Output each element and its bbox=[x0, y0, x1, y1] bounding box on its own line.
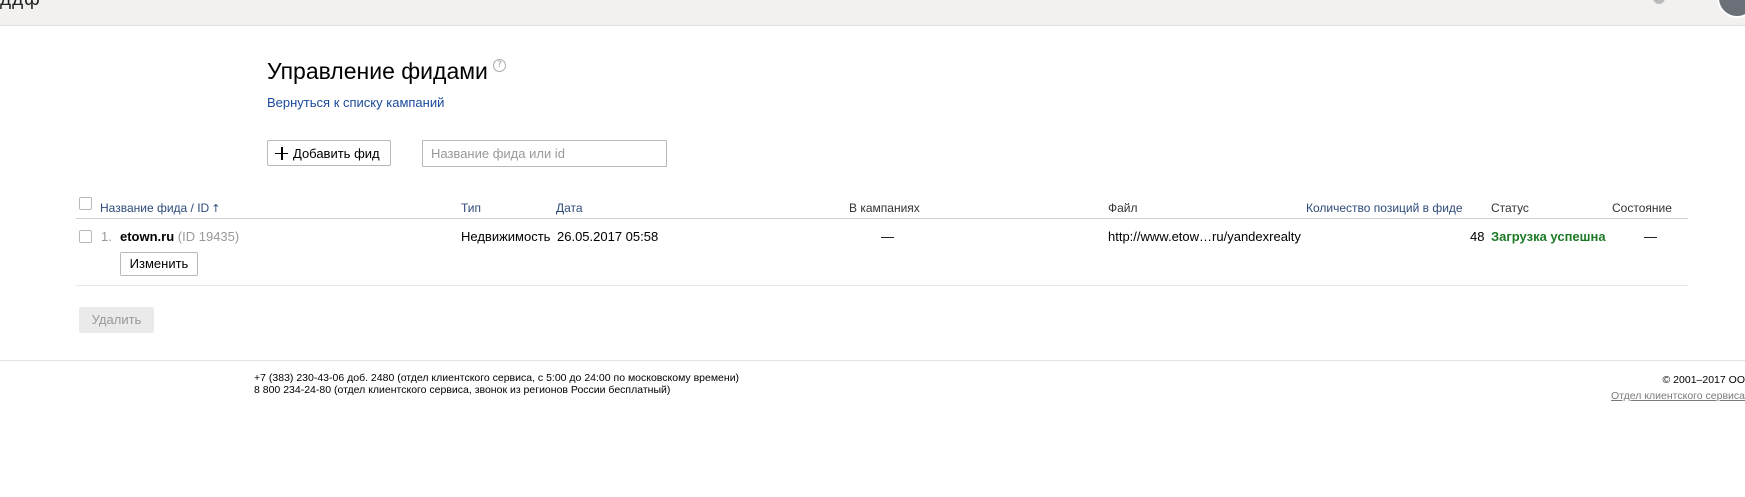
feed-file-link[interactable]: http://www.etow…ru/yandexrealty bbox=[1108, 229, 1301, 244]
add-feed-label: Добавить фид bbox=[293, 145, 380, 161]
logo[interactable]: ддф bbox=[0, 0, 41, 11]
column-header-type[interactable]: Тип bbox=[461, 201, 481, 215]
edit-feed-button[interactable]: Изменить bbox=[120, 252, 198, 276]
column-header-status: Статус bbox=[1491, 201, 1529, 215]
avatar[interactable] bbox=[1717, 0, 1745, 18]
copyright: © 2001–2017 ОО bbox=[1662, 374, 1745, 386]
plus-icon bbox=[275, 146, 288, 160]
page-title: Управление фидами bbox=[267, 58, 488, 84]
column-header-file: Файл bbox=[1108, 201, 1138, 215]
footer-phone-2: 8 800 234-24-80 (отдел клиентского серви… bbox=[254, 384, 671, 396]
row-checkbox[interactable] bbox=[79, 230, 92, 243]
column-header-state: Состояние bbox=[1612, 201, 1672, 215]
row-number: 1. bbox=[101, 229, 112, 244]
table-row-divider bbox=[76, 285, 1688, 286]
column-header-date[interactable]: Дата bbox=[556, 201, 583, 215]
footer-divider bbox=[0, 360, 1745, 361]
help-icon[interactable]: ? bbox=[493, 59, 506, 72]
support-link[interactable]: Отдел клиентского сервиса bbox=[1611, 390, 1745, 402]
feed-type: Недвижимость bbox=[461, 229, 551, 244]
add-feed-button[interactable]: Добавить фид bbox=[267, 140, 391, 166]
feed-name-cell: etown.ru (ID 19435) bbox=[120, 229, 239, 244]
feed-date: 26.05.2017 05:58 bbox=[557, 229, 659, 244]
notification-icon[interactable] bbox=[1653, 0, 1665, 4]
footer-phone-1: +7 (383) 230-43-06 доб. 2480 (отдел клие… bbox=[254, 372, 740, 384]
table-header-divider bbox=[76, 218, 1688, 219]
back-to-campaigns-link[interactable]: Вернуться к списку кампаний bbox=[267, 95, 444, 110]
status-badge: Загрузка успешна bbox=[1491, 229, 1606, 244]
delete-button[interactable]: Удалить bbox=[79, 307, 154, 333]
feed-search-input[interactable] bbox=[422, 140, 667, 167]
feed-id: (ID 19435) bbox=[177, 229, 240, 244]
feed-campaigns: — bbox=[881, 229, 894, 244]
column-header-name[interactable]: Название фида / ID ↑ bbox=[100, 201, 220, 215]
feed-state: — bbox=[1644, 229, 1657, 244]
feed-count: 48 bbox=[1470, 229, 1485, 244]
column-header-campaigns: В кампаниях bbox=[849, 201, 920, 215]
feed-name: etown.ru bbox=[120, 229, 175, 244]
top-bar: ддф bbox=[0, 0, 1745, 26]
sort-arrow-icon: ↑ bbox=[211, 202, 221, 215]
column-header-count[interactable]: Количество позиций в фиде bbox=[1306, 201, 1463, 215]
select-all-checkbox[interactable] bbox=[79, 197, 92, 210]
